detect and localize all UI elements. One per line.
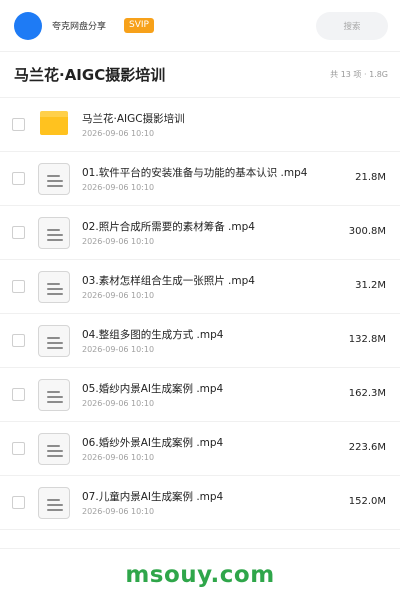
- checkbox[interactable]: [12, 442, 25, 455]
- video-file-icon: [38, 217, 70, 249]
- item-name: 马兰花·AIGC摄影培训: [82, 113, 185, 125]
- item-date: 2026-09-06 10:10: [82, 291, 155, 300]
- item-date: 2026-09-06 10:10: [82, 453, 155, 462]
- item-size: 152.0M: [348, 496, 386, 507]
- list-item[interactable]: 05.婚纱内景AI生成案例 .mp4 2026-09-06 10:10 162.…: [0, 368, 400, 422]
- list-item[interactable]: 01.软件平台的安装准备与功能的基本认识 .mp4 2026-09-06 10:…: [0, 152, 400, 206]
- list-item[interactable]: 04.整组多图的生成方式 .mp4 2026-09-06 10:10 132.8…: [0, 314, 400, 368]
- item-date: 2026-09-06 10:10: [82, 129, 155, 138]
- page-title: 马兰花·AIGC摄影培训: [14, 66, 166, 84]
- item-date: 2026-09-06 10:10: [82, 237, 155, 246]
- checkbox[interactable]: [12, 334, 25, 347]
- list-item[interactable]: 02.照片合成所需要的素材筹备 .mp4 2026-09-06 10:10 30…: [0, 206, 400, 260]
- checkbox[interactable]: [12, 280, 25, 293]
- checkbox[interactable]: [12, 388, 25, 401]
- checkbox[interactable]: [12, 496, 25, 509]
- item-name: 06.婚纱外景AI生成案例 .mp4: [82, 437, 224, 449]
- item-size: 300.8M: [348, 226, 386, 237]
- item-date: 2026-09-06 10:10: [82, 183, 155, 192]
- checkbox[interactable]: [12, 172, 25, 185]
- item-name: 02.照片合成所需要的素材筹备 .mp4: [82, 221, 255, 233]
- video-file-icon: [38, 325, 70, 357]
- item-name: 07.儿童内景AI生成案例 .mp4: [82, 491, 224, 503]
- item-size: 132.8M: [348, 334, 386, 345]
- item-size: 31.2M: [355, 280, 386, 291]
- list-item[interactable]: 马兰花·AIGC摄影培训 2026-09-06 10:10: [0, 98, 400, 152]
- item-name: 04.整组多图的生成方式 .mp4: [82, 329, 224, 341]
- page: 夸克网盘分享 SVIP 搜索 马兰花·AIGC摄影培训 共 13 项 · 1.8…: [0, 0, 400, 600]
- item-date: 2026-09-06 10:10: [82, 507, 155, 516]
- video-file-icon: [38, 271, 70, 303]
- avatar[interactable]: [14, 11, 42, 40]
- username: 夸克网盘分享: [52, 22, 107, 32]
- site-watermark: msouy.com: [125, 561, 275, 588]
- checkbox[interactable]: [12, 226, 25, 239]
- item-name: 03.素材怎样组合生成一张照片 .mp4: [82, 275, 255, 287]
- footer: msouy.com: [0, 548, 400, 600]
- checkbox[interactable]: [12, 118, 25, 131]
- video-file-icon: [38, 163, 70, 195]
- item-name: 01.软件平台的安装准备与功能的基本认识 .mp4: [82, 167, 308, 179]
- item-date: 2026-09-06 10:10: [82, 345, 155, 354]
- video-file-icon: [38, 379, 70, 411]
- svip-badge: SVIP: [124, 18, 154, 33]
- item-size: 21.8M: [355, 172, 386, 183]
- search-input[interactable]: 搜索: [316, 11, 388, 40]
- header: 夸克网盘分享 SVIP 搜索: [0, 0, 400, 52]
- list-item[interactable]: 07.儿童内景AI生成案例 .mp4 2026-09-06 10:10 152.…: [0, 476, 400, 530]
- item-name: 05.婚纱内景AI生成案例 .mp4: [82, 383, 224, 395]
- search-placeholder: 搜索: [343, 21, 361, 32]
- video-file-icon: [38, 433, 70, 465]
- item-count-meta: 共 13 项 · 1.8G: [330, 70, 388, 79]
- file-list: 马兰花·AIGC摄影培训 2026-09-06 10:10 01.软件平台的安装…: [0, 98, 400, 530]
- item-size: 223.6M: [348, 442, 386, 453]
- list-item[interactable]: 03.素材怎样组合生成一张照片 .mp4 2026-09-06 10:10 31…: [0, 260, 400, 314]
- title-row: 马兰花·AIGC摄影培训 共 13 项 · 1.8G: [0, 52, 400, 98]
- video-file-icon: [38, 487, 70, 519]
- folder-icon: [40, 111, 68, 135]
- list-item[interactable]: 06.婚纱外景AI生成案例 .mp4 2026-09-06 10:10 223.…: [0, 422, 400, 476]
- item-date: 2026-09-06 10:10: [82, 399, 155, 408]
- item-size: 162.3M: [348, 388, 386, 399]
